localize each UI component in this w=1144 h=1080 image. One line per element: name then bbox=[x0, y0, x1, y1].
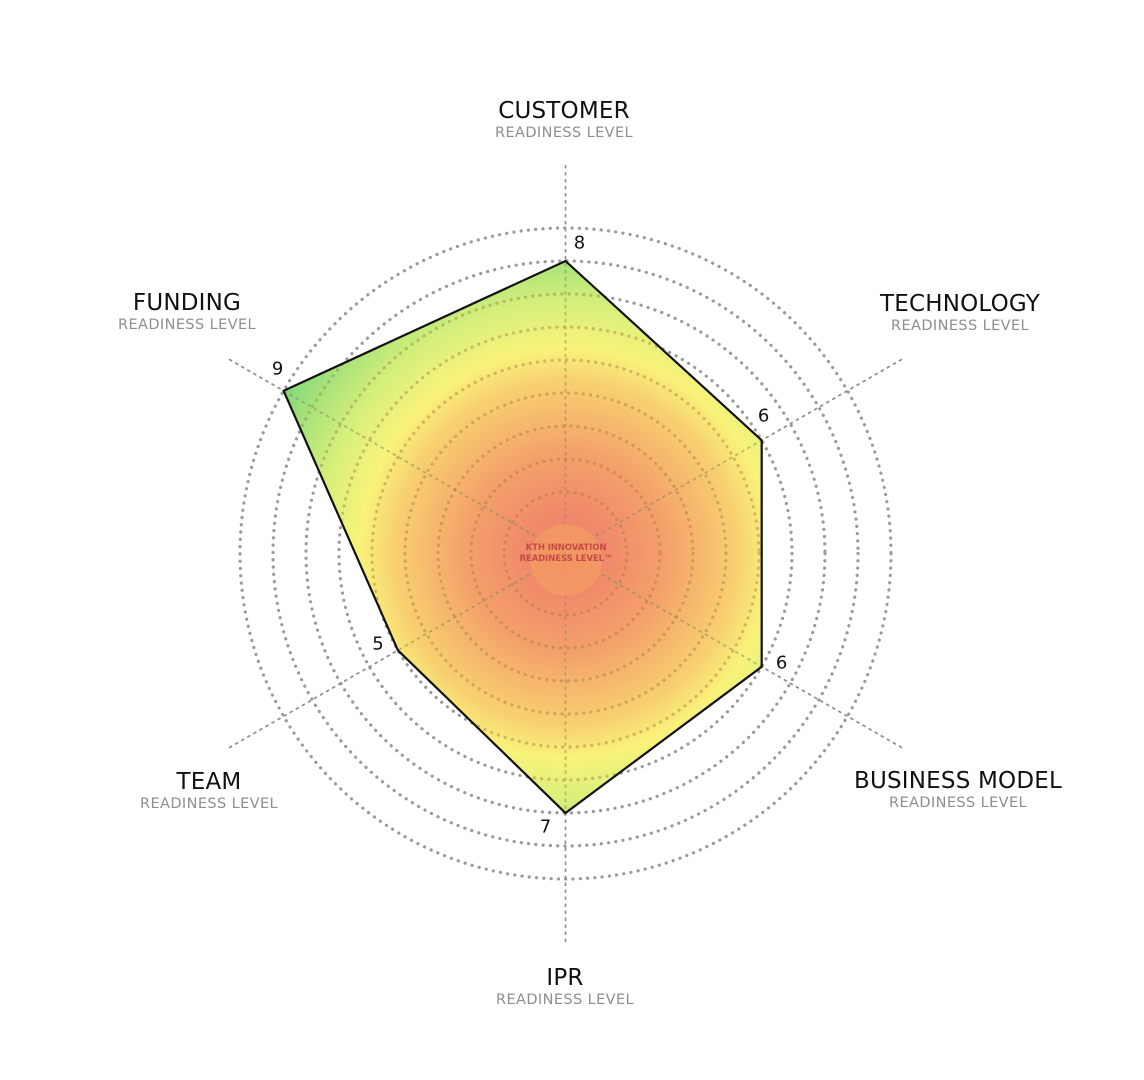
value-label-funding: 9 bbox=[271, 358, 284, 380]
center-label-line1: KTH INNOVATION bbox=[525, 543, 607, 553]
axis-label-customer: CUSTOMER READINESS LEVEL bbox=[495, 98, 633, 142]
value-label-technology: 6 bbox=[757, 405, 770, 427]
axis-subtitle: READINESS LEVEL bbox=[139, 796, 279, 812]
axis-subtitle: READINESS LEVEL bbox=[888, 795, 1028, 811]
axis-label-business-model: BUSINESS MODEL READINESS LEVEL bbox=[854, 768, 1062, 812]
value-label-ipr: 7 bbox=[539, 816, 552, 838]
axis-label-ipr: IPR READINESS LEVEL bbox=[496, 965, 634, 1009]
axis-title: TEAM bbox=[176, 769, 242, 795]
axis-title: TECHNOLOGY bbox=[879, 291, 1041, 317]
center-label: KTH INNOVATION READINESS LEVEL™ bbox=[520, 543, 613, 565]
value-label-business: 6 bbox=[775, 652, 788, 674]
axis-subtitle: READINESS LEVEL bbox=[890, 318, 1030, 334]
axis-label-funding: FUNDING READINESS LEVEL bbox=[118, 290, 256, 334]
axis-title: BUSINESS MODEL bbox=[853, 768, 1063, 794]
axis-subtitle: READINESS LEVEL bbox=[495, 992, 635, 1008]
axis-subtitle: READINESS LEVEL bbox=[117, 317, 257, 333]
axis-title: FUNDING bbox=[132, 290, 242, 316]
value-label-team: 5 bbox=[372, 633, 384, 655]
readiness-polygon bbox=[283, 261, 762, 813]
value-label-customer: 8 bbox=[573, 232, 586, 254]
axis-subtitle: READINESS LEVEL bbox=[494, 125, 634, 141]
axis-label-technology: TECHNOLOGY READINESS LEVEL bbox=[880, 291, 1040, 335]
center-label-line2: READINESS LEVEL™ bbox=[519, 554, 613, 564]
axis-title: IPR bbox=[546, 965, 584, 991]
axis-label-team: TEAM READINESS LEVEL bbox=[140, 769, 278, 813]
radar-chart bbox=[225, 161, 906, 946]
axis-title: CUSTOMER bbox=[498, 98, 630, 124]
